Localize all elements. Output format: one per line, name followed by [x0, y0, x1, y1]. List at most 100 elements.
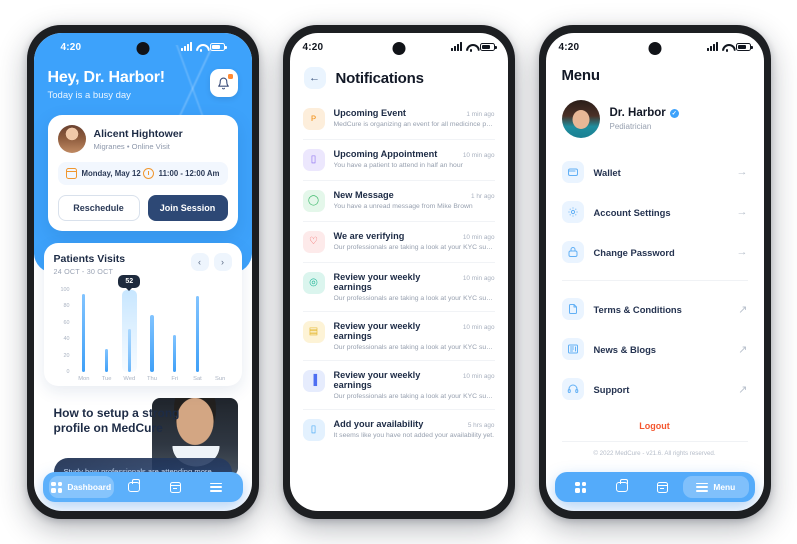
- chevron-right-icon[interactable]: ›: [213, 253, 232, 271]
- battery-icon: [735, 43, 753, 51]
- notification-item[interactable]: ▤ Review your weekly earnings 10 min ago Ou…: [302, 312, 495, 361]
- chart-bar-column[interactable]: [141, 290, 164, 372]
- notification-title: Add your availability: [333, 419, 424, 429]
- profile-name: Dr. Harbor: [609, 107, 666, 119]
- tab-bag[interactable]: [114, 479, 155, 492]
- chart-x-tick: Mon: [78, 376, 90, 382]
- notification-top: Review your weekly earnings 10 min ago: [334, 321, 495, 341]
- notification-item[interactable]: ▯ Add your availability 5 hrs ago It seems …: [302, 410, 495, 450]
- appointment-date: Monday, May 12: [81, 169, 141, 178]
- tab-calendar[interactable]: [642, 481, 683, 493]
- patients-visits-card: Patients Visits 24 OCT - 30 OCT ‹ › 100 8…: [43, 243, 242, 386]
- notification-item[interactable]: ᴘ Upcoming Event 1 min ago MedCure is organ…: [302, 99, 495, 140]
- chart-bar: [104, 349, 109, 372]
- notification-body: Review your weekly earnings 10 min ago Our…: [334, 370, 495, 400]
- tab-menu[interactable]: [196, 482, 237, 492]
- appointment-actions: Reschedule Join Session: [57, 195, 228, 221]
- news-icon: [561, 338, 584, 360]
- menu-item-support[interactable]: Support ↗: [561, 369, 748, 409]
- notification-description: Our professionals are taking a look at y…: [333, 244, 495, 251]
- notification-top: Review your weekly earnings 10 min ago: [334, 272, 495, 292]
- status-time: 4:20: [558, 41, 580, 53]
- chart-bar-column[interactable]: [186, 290, 209, 372]
- profile-row[interactable]: Dr. Harbor ✓ Pediatrician: [546, 84, 764, 152]
- footer-divider: [561, 441, 748, 442]
- tab-dashboard[interactable]: Dashboard: [48, 476, 114, 498]
- dashboard-screen: 4:20 Hey, Dr. Harbor! Today is a busy da…: [33, 33, 252, 511]
- notification-time: 10 min ago: [462, 152, 495, 159]
- chart-bar-column[interactable]: [163, 290, 186, 372]
- notification-description: MedCure is organizing an event for all m…: [333, 121, 495, 128]
- notification-top: Upcoming Appointment 10 min ago: [334, 149, 495, 159]
- phone-icon: ▯: [302, 149, 325, 171]
- notification-badge: [227, 74, 233, 79]
- notification-title: Review your weekly earnings: [333, 370, 421, 390]
- appointment-date-group: Monday, May 12: [65, 168, 141, 179]
- dashboard-hero: 4:20 Hey, Dr. Harbor! Today is a busy da…: [33, 33, 252, 273]
- menu-item-wallet[interactable]: Wallet →: [561, 152, 748, 192]
- profile-info: Dr. Harbor ✓ Pediatrician: [610, 107, 679, 131]
- join-session-button[interactable]: Join Session: [147, 195, 228, 221]
- reschedule-button[interactable]: Reschedule: [57, 195, 140, 221]
- chart-bar-column[interactable]: [95, 290, 118, 372]
- notification-item[interactable]: ▐ Review your weekly earnings 10 min ago Ou…: [302, 361, 495, 410]
- calendar-icon: [169, 481, 181, 493]
- tab-grid[interactable]: [561, 481, 602, 493]
- bag-icon: [615, 479, 628, 492]
- chart-bar-column[interactable]: 52: [118, 275, 141, 372]
- wallet-icon: [561, 161, 584, 183]
- logout-button[interactable]: Logout: [546, 409, 764, 441]
- arrow-left-icon[interactable]: ←: [303, 67, 326, 89]
- chart-title: Patients Visits: [53, 253, 126, 265]
- chart-tooltip: 52: [118, 275, 141, 288]
- chart-x-tick: Fri: [171, 376, 179, 382]
- appointment-schedule: Monday, May 12 11:00 - 12:00 Am: [57, 162, 228, 185]
- menu-group-account: Wallet → Account Settings → Change Password →: [546, 152, 764, 272]
- notification-item[interactable]: ◎ Review your weekly earnings 10 min ago Ou…: [302, 263, 495, 312]
- bottom-tab-bar: Dashboard: [42, 472, 243, 502]
- notification-item[interactable]: ♡ We are verifying 10 min ago Our professio…: [302, 222, 495, 263]
- menu-item-terms-conditions[interactable]: Terms & Conditions ↗: [561, 289, 748, 329]
- notification-body: Upcoming Appointment 10 min ago You have a…: [334, 149, 495, 171]
- notification-time: 5 hrs ago: [467, 422, 495, 429]
- appointment-card: Alicent Hightower Migranes • Online Visi…: [47, 115, 238, 231]
- notification-top: Review your weekly earnings 10 min ago: [334, 370, 495, 390]
- clipboard-icon: ▯: [302, 419, 325, 441]
- menu-item-change-password[interactable]: Change Password →: [561, 232, 748, 272]
- notification-title: We are verifying: [333, 231, 405, 241]
- notification-item[interactable]: ▯ Upcoming Appointment 10 min ago You have …: [302, 140, 495, 181]
- battery-icon: [209, 43, 227, 51]
- megaphone-icon: ᴘ: [302, 108, 325, 130]
- status-icons: [706, 42, 753, 52]
- promo-title: How to setup a strong profile on MedCure: [53, 406, 180, 435]
- chart-bar-column[interactable]: [73, 290, 96, 372]
- chart-x-tick: Wed: [123, 376, 136, 382]
- chart-bar-column[interactable]: [209, 290, 232, 372]
- menu-item-label: News & Blogs: [593, 343, 657, 355]
- chart-bar: [82, 294, 86, 372]
- menu-item-label: Terms & Conditions: [593, 303, 682, 315]
- notification-title: Upcoming Event: [333, 108, 407, 118]
- menu-item-news-blogs[interactable]: News & Blogs ↗: [561, 329, 748, 369]
- notification-title: New Message: [333, 190, 394, 200]
- camera-punch-hole: [648, 42, 661, 55]
- patient-name: Alicent Hightower: [93, 127, 183, 140]
- notifications-header: ← Notifications: [290, 61, 508, 99]
- calendar-icon: [65, 168, 77, 179]
- tab-menu[interactable]: Menu: [683, 476, 749, 498]
- page-title: Notifications: [335, 69, 424, 87]
- greeting-title: Hey, Dr. Harbor!: [47, 69, 166, 86]
- notification-item[interactable]: ◯ New Message 1 hr ago You have a unread me…: [302, 181, 495, 222]
- notification-body: Review your weekly earnings 10 min ago Our…: [334, 272, 495, 302]
- signal-icon: [706, 42, 718, 51]
- tab-calendar[interactable]: [155, 481, 196, 493]
- bell-icon[interactable]: [209, 69, 238, 97]
- tab-label: Menu: [713, 482, 736, 492]
- clock-icon: [142, 168, 154, 179]
- appointment-time-group: 11:00 - 12:00 Am: [142, 168, 220, 179]
- tab-bag[interactable]: [601, 479, 642, 492]
- appointment-time: 11:00 - 12:00 Am: [158, 169, 220, 178]
- menu-item-account-settings[interactable]: Account Settings →: [561, 192, 748, 232]
- wifi-icon: [722, 43, 732, 52]
- chevron-left-icon[interactable]: ‹: [190, 253, 209, 271]
